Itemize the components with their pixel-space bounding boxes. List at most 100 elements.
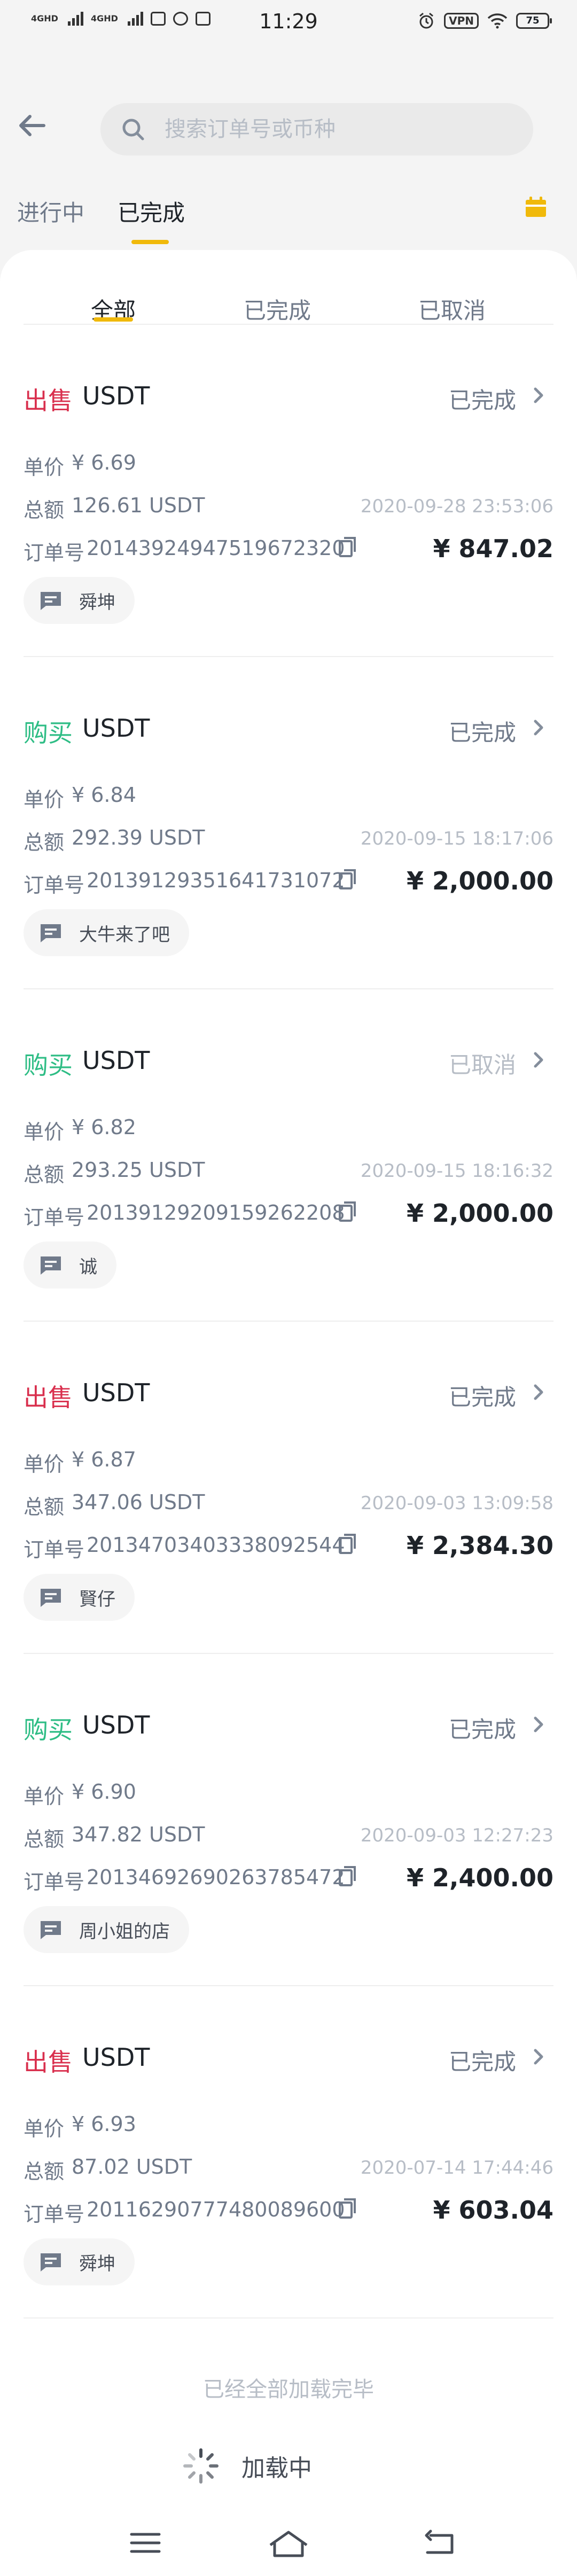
unit-price-label: 单价: [24, 788, 65, 811]
subtab-completed[interactable]: 已完成: [224, 293, 331, 325]
total-label: 总额: [24, 831, 65, 854]
total-value: 293.25 USDT: [72, 1158, 205, 1182]
copy-icon[interactable]: [339, 1866, 357, 1886]
chevron-right-icon[interactable]: [528, 2046, 549, 2067]
order-status: 已完成: [448, 1384, 516, 1410]
order-no-value: 20143924947519672320: [87, 536, 345, 560]
status-right: VPN 75: [417, 12, 552, 30]
unit-price-label: 单价: [24, 1120, 65, 1144]
loading-text: 加载中: [241, 2455, 312, 2482]
copy-icon[interactable]: [339, 2198, 357, 2219]
counterparty-chip[interactable]: 舜坤: [24, 2238, 135, 2285]
unit-price-label: 单价: [24, 456, 65, 479]
chevron-right-icon[interactable]: [528, 1049, 549, 1071]
order-date: 2020-09-28 23:53:06: [360, 496, 553, 517]
chat-icon: [41, 1256, 61, 1275]
chevron-right-icon[interactable]: [528, 717, 549, 738]
chat-icon: [41, 592, 61, 610]
counterparty-chip[interactable]: 诚: [24, 1242, 116, 1289]
order-date: 2020-07-14 17:44:46: [360, 2157, 553, 2179]
order-status: 已完成: [448, 720, 516, 746]
menu-icon[interactable]: [124, 2527, 167, 2559]
order-card[interactable]: 出售 USDT 已完成 单价 ¥ 6.93 总额 87.02 USDT 2020…: [24, 1986, 553, 2319]
total-value: 347.06 USDT: [72, 1490, 205, 1514]
unit-price-label: 单价: [24, 2117, 65, 2141]
order-card[interactable]: 购买 USDT 已取消 单价 ¥ 6.82 总额 293.25 USDT 202…: [24, 989, 553, 1322]
back-icon[interactable]: [419, 2527, 462, 2559]
order-card[interactable]: 出售 USDT 已完成 单价 ¥ 6.87 总额 347.06 USDT 202…: [24, 1322, 553, 1654]
unit-price-value: ¥ 6.69: [72, 451, 136, 474]
order-coin: USDT: [82, 1378, 150, 1407]
unit-price-value: ¥ 6.90: [72, 1780, 136, 1804]
tab-completed[interactable]: 已完成: [118, 195, 185, 228]
order-amount: ¥ 2,384.30: [406, 1531, 553, 1560]
sub-tabs: 全部 已完成 已取消: [0, 271, 577, 325]
counterparty-chip[interactable]: 周小姐的店: [24, 1906, 189, 1953]
chevron-right-icon[interactable]: [528, 385, 549, 406]
order-card[interactable]: 出售 USDT 已完成 单价 ¥ 6.69 总额 126.61 USDT 202…: [24, 325, 553, 657]
unit-price-value: ¥ 6.84: [72, 783, 136, 807]
calendar-icon[interactable]: [524, 195, 548, 220]
counterparty-chip[interactable]: 舜坤: [24, 577, 135, 624]
search-icon: [122, 119, 144, 140]
order-amount: ¥ 847.02: [433, 534, 553, 563]
total-label: 总额: [24, 1495, 65, 1519]
system-nav-bar: [0, 2516, 577, 2576]
order-type: 购买: [24, 1715, 73, 1744]
counterparty-name: 舜坤: [79, 2253, 115, 2275]
counterparty-chip[interactable]: 大牛来了吧: [24, 909, 189, 956]
unit-price-label: 单价: [24, 1785, 65, 1808]
subtab-cancelled[interactable]: 已取消: [399, 293, 505, 325]
order-amount: ¥ 2,400.00: [406, 1863, 553, 1892]
home-icon[interactable]: [267, 2527, 310, 2559]
order-status: 已完成: [448, 387, 516, 413]
order-coin: USDT: [82, 1046, 150, 1075]
order-card[interactable]: 购买 USDT 已完成 单价 ¥ 6.84 总额 292.39 USDT 202…: [24, 657, 553, 989]
order-status: 已取消: [448, 1052, 516, 1078]
order-coin: USDT: [82, 2043, 150, 2072]
total-label: 总额: [24, 2160, 65, 2183]
total-label: 总额: [24, 498, 65, 522]
search-input[interactable]: [165, 103, 517, 155]
tab-in-progress[interactable]: 进行中: [17, 195, 84, 228]
spinner-icon: [183, 2448, 219, 2484]
counterparty-name: 舜坤: [79, 591, 115, 613]
copy-icon[interactable]: [339, 869, 357, 889]
order-no-label: 订单号: [24, 1538, 85, 1562]
order-no-label: 订单号: [24, 1870, 85, 1894]
chevron-right-icon[interactable]: [528, 1714, 549, 1735]
order-no-label: 订单号: [24, 1206, 85, 1229]
chat-icon: [41, 924, 61, 942]
order-coin: USDT: [82, 381, 150, 410]
order-no-value: 20139129209159262208: [87, 1201, 345, 1224]
search-box[interactable]: [100, 103, 533, 155]
tab-active-indicator: [131, 240, 169, 244]
total-value: 87.02 USDT: [72, 2155, 192, 2179]
copy-icon[interactable]: [339, 1201, 357, 1222]
order-date: 2020-09-03 12:27:23: [360, 1825, 553, 1846]
copy-icon[interactable]: [339, 1534, 357, 1554]
battery-icon: 75: [516, 13, 552, 29]
counterparty-name: 诚: [79, 1256, 97, 1278]
top-tabs: 进行中 已完成: [0, 190, 577, 248]
alarm-icon: [419, 12, 434, 29]
back-arrow-icon[interactable]: [16, 110, 48, 142]
order-type: 购买: [24, 1051, 73, 1080]
counterparty-chip[interactable]: 賢仔: [24, 1574, 135, 1621]
unit-price-value: ¥ 6.87: [72, 1448, 136, 1471]
counterparty-name: 大牛来了吧: [79, 924, 170, 946]
total-value: 347.82 USDT: [72, 1823, 205, 1846]
total-label: 总额: [24, 1163, 65, 1186]
order-type: 出售: [24, 386, 73, 415]
order-no-value: 20134692690263785472: [87, 1865, 345, 1889]
order-list: 出售 USDT 已完成 单价 ¥ 6.69 总额 126.61 USDT 202…: [24, 325, 553, 2319]
subtab-active-indicator: [93, 317, 133, 322]
order-card[interactable]: 购买 USDT 已完成 单价 ¥ 6.90 总额 347.82 USDT 202…: [24, 1654, 553, 1986]
order-no-value: 20139129351641731072: [87, 869, 345, 892]
orders-panel: 全部 已完成 已取消 出售 USDT 已完成 单价 ¥ 6.69 总额 126.…: [0, 250, 577, 2576]
order-no-value: 20134703403338092544: [87, 1533, 345, 1557]
counterparty-name: 賢仔: [79, 1588, 115, 1610]
copy-icon[interactable]: [339, 537, 357, 557]
order-coin: USDT: [82, 1711, 150, 1739]
chevron-right-icon[interactable]: [528, 1381, 549, 1403]
